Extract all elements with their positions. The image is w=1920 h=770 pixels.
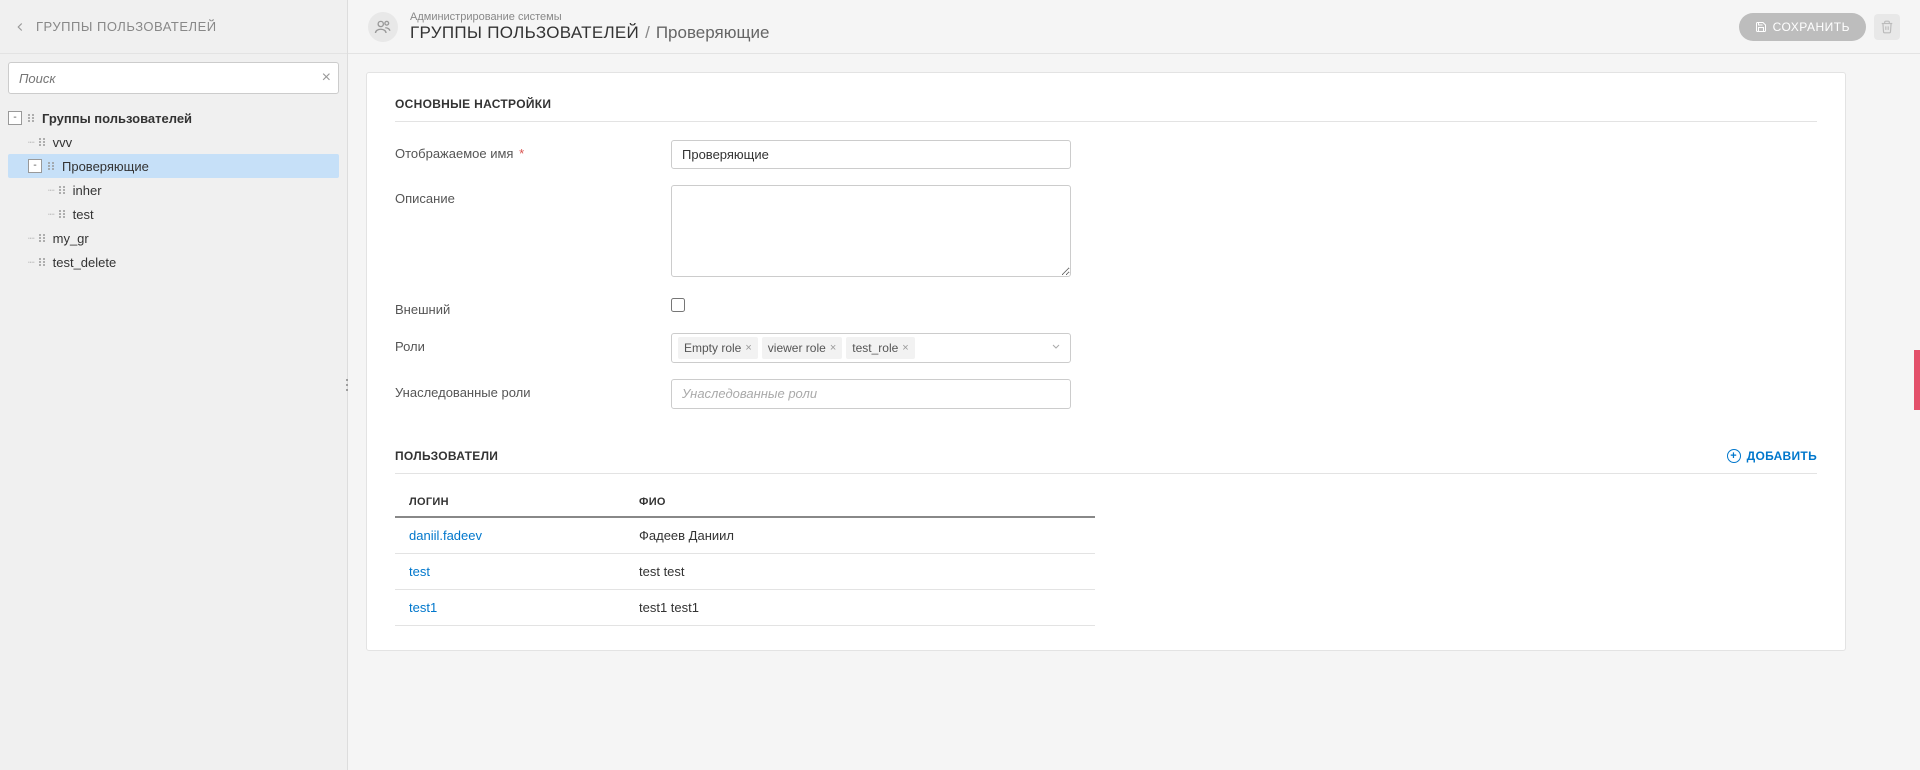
save-button[interactable]: СОХРАНИТЬ [1739, 13, 1866, 41]
required-mark: * [519, 146, 524, 161]
add-user-label: ДОБАВИТЬ [1747, 449, 1817, 463]
breadcrumb-top: Администрирование системы [410, 11, 1739, 23]
role-chip: Empty role × [678, 337, 758, 359]
chevron-down-icon [1050, 341, 1062, 356]
label-inherited: Унаследованные роли [395, 385, 530, 400]
tree-item-label: Проверяющие [62, 159, 149, 174]
label-description: Описание [395, 191, 455, 206]
content: ОСНОВНЫЕ НАСТРОЙКИ Отображаемое имя * Оп… [348, 54, 1920, 770]
section-title-settings: ОСНОВНЫЕ НАСТРОЙКИ [395, 97, 1817, 122]
drag-handle-icon[interactable] [57, 185, 67, 195]
table-row: test1 test1 test1 [395, 590, 1095, 626]
drag-handle-icon[interactable] [37, 257, 47, 267]
drag-handle-icon[interactable] [26, 113, 36, 123]
remove-role-icon[interactable]: × [745, 342, 751, 354]
panel: ОСНОВНЫЕ НАСТРОЙКИ Отображаемое имя * Оп… [366, 72, 1846, 651]
breadcrumb-main: ГРУППЫ ПОЛЬЗОВАТЕЛЕЙ [410, 23, 639, 43]
row-external: Внешний [395, 296, 1817, 317]
description-textarea[interactable] [671, 185, 1071, 277]
search-input[interactable] [8, 62, 339, 94]
user-name: test1 test1 [639, 600, 1081, 615]
right-accent-bar [1914, 350, 1920, 410]
plus-icon: + [1727, 449, 1741, 463]
save-button-label: СОХРАНИТЬ [1773, 20, 1850, 34]
remove-role-icon[interactable]: × [830, 342, 836, 354]
users-table: ЛОГИН ФИО daniil.fadeev Фадеев Даниил te… [395, 488, 1095, 626]
clear-search-icon[interactable]: × [322, 69, 331, 87]
tree: - Группы пользователей ┈ vvv - Проверяющ… [0, 102, 347, 278]
tree-root-label: Группы пользователей [42, 111, 192, 126]
tree-item-label: vvv [53, 135, 73, 150]
tree-collapse-icon[interactable]: - [28, 159, 42, 173]
row-inherited-roles: Унаследованные роли Унаследованные роли [395, 379, 1817, 409]
roles-multiselect[interactable]: Empty role × viewer role × test_role × [671, 333, 1071, 363]
tree-item[interactable]: ┈ my_gr [8, 226, 339, 250]
tree-collapse-icon[interactable]: - [8, 111, 22, 125]
tree-item[interactable]: ┈ vvv [8, 130, 339, 154]
row-description: Описание [395, 185, 1817, 280]
drag-handle-icon[interactable] [57, 209, 67, 219]
tree-item[interactable]: ┈ test [8, 202, 339, 226]
label-external: Внешний [395, 302, 450, 317]
breadcrumb: ГРУППЫ ПОЛЬЗОВАТЕЛЕЙ / Проверяющие [410, 23, 1739, 43]
tree-item[interactable]: ┈ inher [8, 178, 339, 202]
tree-item[interactable]: ┈ test_delete [8, 250, 339, 274]
user-login-link[interactable]: daniil.fadeev [409, 528, 639, 543]
role-chip-label: test_role [852, 341, 898, 355]
user-name: test test [639, 564, 1081, 579]
main-header: Администрирование системы ГРУППЫ ПОЛЬЗОВ… [348, 0, 1920, 54]
tree-item-label: test_delete [53, 255, 117, 270]
role-chip-label: viewer role [768, 341, 826, 355]
row-roles: Роли Empty role × viewer role × test_rol… [395, 333, 1817, 363]
tree-item-label: my_gr [53, 231, 89, 246]
table-row: daniil.fadeev Фадеев Даниил [395, 518, 1095, 554]
group-icon [368, 12, 398, 42]
remove-role-icon[interactable]: × [902, 342, 908, 354]
sidebar-header: ГРУППЫ ПОЛЬЗОВАТЕЛЕЙ [0, 0, 347, 54]
sidebar-search: × [0, 54, 347, 102]
tree-item-label: inher [73, 183, 102, 198]
inherited-roles-field: Унаследованные роли [671, 379, 1071, 409]
role-chip: viewer role × [762, 337, 842, 359]
tree-root[interactable]: - Группы пользователей [8, 106, 339, 130]
collapse-sidebar-icon[interactable] [12, 19, 28, 35]
sidebar-title: ГРУППЫ ПОЛЬЗОВАТЕЛЕЙ [36, 19, 217, 34]
user-login-link[interactable]: test [409, 564, 639, 579]
display-name-input[interactable] [671, 140, 1071, 169]
drag-handle-icon[interactable] [46, 161, 56, 171]
main: Администрирование системы ГРУППЫ ПОЛЬЗОВ… [348, 0, 1920, 770]
drag-handle-icon[interactable] [37, 137, 47, 147]
tree-item-label: test [73, 207, 94, 222]
col-login: ЛОГИН [409, 496, 639, 508]
table-row: test test test [395, 554, 1095, 590]
user-login-link[interactable]: test1 [409, 600, 639, 615]
breadcrumb-sub: Проверяющие [656, 23, 770, 43]
delete-button[interactable] [1874, 14, 1900, 40]
user-name: Фадеев Даниил [639, 528, 1081, 543]
col-name: ФИО [639, 496, 1081, 508]
drag-handle-icon[interactable] [37, 233, 47, 243]
role-chip: test_role × [846, 337, 914, 359]
sidebar: ГРУППЫ ПОЛЬЗОВАТЕЛЕЙ × - Группы пользова… [0, 0, 348, 770]
label-display-name: Отображаемое имя [395, 146, 513, 161]
row-display-name: Отображаемое имя * [395, 140, 1817, 169]
tree-item[interactable]: - Проверяющие [8, 154, 339, 178]
add-user-button[interactable]: + ДОБАВИТЬ [1727, 449, 1817, 463]
role-chip-label: Empty role [684, 341, 741, 355]
external-checkbox[interactable] [671, 298, 685, 312]
table-head: ЛОГИН ФИО [395, 488, 1095, 518]
label-roles: Роли [395, 339, 425, 354]
section-title-users: ПОЛЬЗОВАТЕЛИ [395, 449, 498, 463]
